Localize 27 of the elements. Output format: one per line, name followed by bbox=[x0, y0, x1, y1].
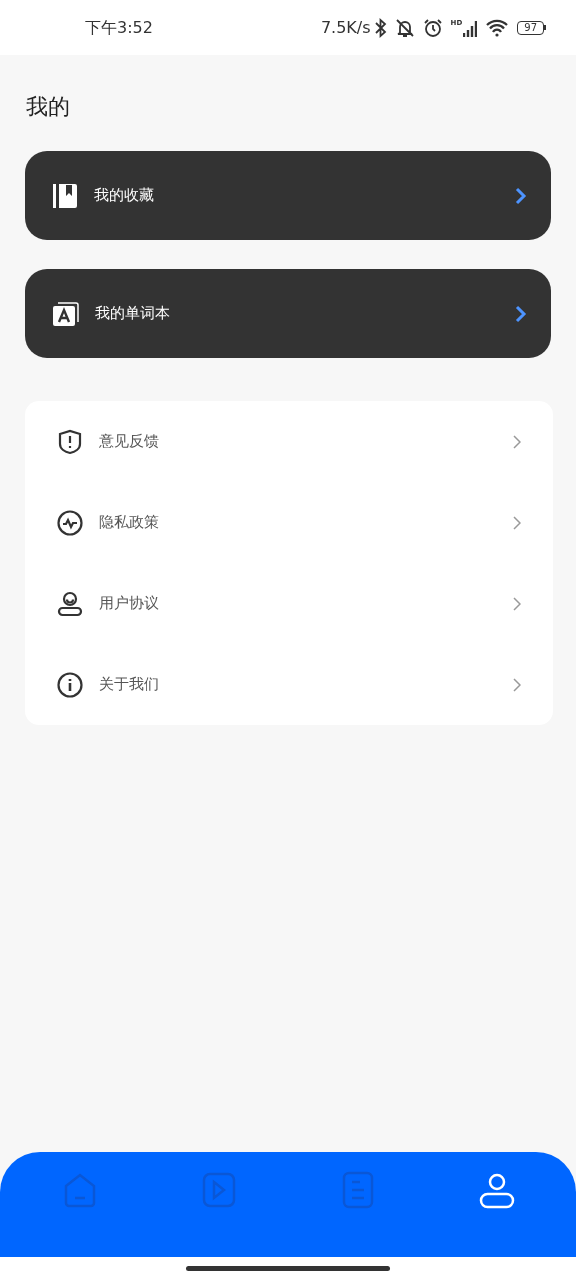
battery-indicator: 97 bbox=[517, 20, 544, 35]
bluetooth-icon bbox=[374, 17, 387, 38]
chevron-right-icon bbox=[515, 186, 527, 205]
chevron-right-icon bbox=[513, 677, 521, 692]
feature-card[interactable]: 我的单词本 bbox=[25, 269, 551, 358]
bookmark-book-icon bbox=[52, 182, 78, 209]
info-icon bbox=[57, 671, 83, 698]
status-time: 下午3:52 bbox=[85, 16, 153, 39]
alarm-icon bbox=[422, 17, 443, 38]
page-title: 我的 bbox=[26, 93, 71, 121]
pulse-circle-icon bbox=[57, 509, 83, 536]
user-icon bbox=[57, 590, 83, 617]
shield-alert-icon bbox=[57, 428, 83, 455]
muted-bell-icon bbox=[394, 17, 415, 38]
menu-item[interactable]: 隐私政策 bbox=[25, 482, 553, 563]
feature-card[interactable]: 我的收藏 bbox=[25, 151, 551, 240]
wifi-icon bbox=[485, 18, 510, 37]
chevron-right-icon bbox=[513, 515, 521, 530]
chevron-right-icon bbox=[515, 304, 527, 323]
menu-item[interactable]: 关于我们 bbox=[25, 644, 553, 725]
menu-item[interactable]: 用户协议 bbox=[25, 563, 553, 644]
letter-card-icon bbox=[52, 300, 79, 327]
network-speed: 7.5K/s bbox=[320, 16, 371, 39]
menu-item[interactable]: 意见反馈 bbox=[25, 401, 553, 482]
chevron-right-icon bbox=[513, 596, 521, 611]
signal-icon bbox=[463, 18, 478, 37]
chevron-right-icon bbox=[513, 434, 521, 449]
